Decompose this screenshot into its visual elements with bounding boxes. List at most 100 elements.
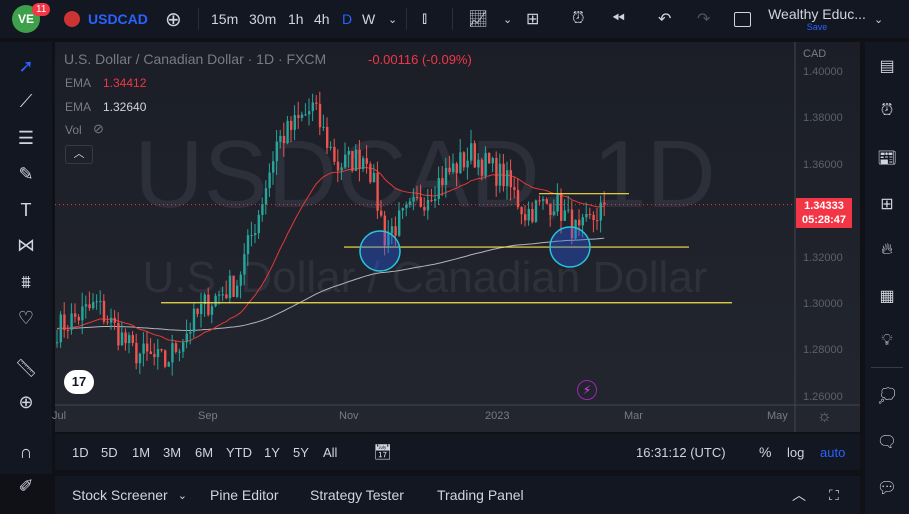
watchlist-icon[interactable]: ▤ bbox=[873, 52, 901, 80]
messages-icon[interactable]: 💬︎ bbox=[873, 474, 901, 502]
range-5y[interactable]: 5Y bbox=[293, 434, 309, 470]
candles-icon[interactable]: ⫾ bbox=[422, 0, 427, 38]
date-range-icon[interactable]: 📅︎ bbox=[373, 434, 392, 470]
price-tick: 1.30000 bbox=[803, 298, 843, 310]
price-chart[interactable]: USDCAD, 1D U.S. Dollar / Canadian Dollar bbox=[55, 42, 860, 432]
candle bbox=[372, 172, 376, 183]
ideas-lightbulb-icon[interactable]: 💡︎ bbox=[873, 327, 901, 355]
highlight-circle[interactable] bbox=[549, 226, 591, 268]
maximize-icon[interactable]: ⛶ bbox=[829, 476, 839, 514]
templates-icon[interactable]: ⊞ bbox=[526, 0, 539, 38]
range-all[interactable]: All bbox=[323, 434, 337, 470]
chats-icon[interactable]: 🗨︎ bbox=[873, 428, 901, 456]
percent-toggle[interactable]: % bbox=[759, 434, 771, 470]
interval-30m[interactable]: 30m bbox=[249, 0, 276, 38]
redo-icon[interactable]: ↷ bbox=[697, 0, 710, 38]
clock-readout[interactable]: 16:31:12 (UTC) bbox=[636, 434, 726, 470]
candle bbox=[527, 209, 530, 221]
candle bbox=[110, 317, 113, 323]
interval-15m[interactable]: 15m bbox=[211, 0, 238, 38]
candle bbox=[138, 353, 142, 364]
vol-label[interactable]: Vol bbox=[65, 123, 82, 137]
candle bbox=[196, 308, 199, 315]
eye-hidden-icon[interactable]: ⊘ bbox=[93, 121, 104, 137]
alert-icon[interactable]: ⏰︎ bbox=[572, 0, 584, 38]
range-6m[interactable]: 6M bbox=[195, 434, 213, 470]
candle bbox=[146, 343, 149, 352]
range-3m[interactable]: 3M bbox=[163, 434, 181, 470]
auto-toggle[interactable]: auto bbox=[820, 434, 845, 470]
candle bbox=[153, 353, 156, 358]
range-1y[interactable]: 1Y bbox=[264, 434, 280, 470]
alarm-icon[interactable]: ⏰︎ bbox=[873, 97, 901, 125]
zoom-icon[interactable]: ⊕ bbox=[12, 388, 40, 416]
layout-icon[interactable] bbox=[734, 0, 751, 38]
text-icon[interactable]: T bbox=[12, 196, 40, 224]
candle bbox=[167, 362, 170, 367]
candle bbox=[311, 102, 314, 112]
chat-icon[interactable]: 💭︎ bbox=[873, 382, 901, 410]
tradingview-logo[interactable]: 17 bbox=[64, 370, 94, 394]
calendar-icon[interactable]: ▦ bbox=[873, 282, 901, 310]
candle bbox=[506, 170, 509, 187]
candle bbox=[221, 294, 224, 296]
interval-w[interactable]: W bbox=[362, 0, 375, 38]
range-5d[interactable]: 5D bbox=[101, 434, 118, 470]
lock-draw-icon[interactable]: ✐ bbox=[12, 472, 40, 500]
chevron-down-icon[interactable]: ⌄ bbox=[874, 0, 883, 38]
candle bbox=[228, 275, 232, 299]
hotlist-fire-icon[interactable]: 🔥︎ bbox=[873, 236, 901, 264]
chevron-down-icon[interactable]: ⌄ bbox=[503, 0, 512, 38]
symbol-search[interactable]: USDCAD bbox=[64, 0, 148, 38]
logo[interactable]: VE 11 bbox=[12, 0, 51, 38]
ruler-icon[interactable]: 📏︎ bbox=[12, 354, 40, 382]
prediction-icon[interactable]: ⩩ bbox=[12, 268, 40, 296]
layout-save-button[interactable]: Wealthy Educ... Save bbox=[767, 0, 867, 38]
log-toggle[interactable]: log bbox=[787, 434, 804, 470]
brush-icon[interactable]: ✎ bbox=[12, 160, 40, 188]
replay-icon[interactable]: ⏪︎ bbox=[612, 0, 625, 38]
cursor-icon[interactable]: ➚ bbox=[12, 52, 40, 80]
tab-stock-screener[interactable]: Stock Screener ⌄ bbox=[72, 476, 187, 514]
candle bbox=[225, 294, 228, 299]
candle bbox=[131, 335, 134, 343]
tab-pine-editor[interactable]: Pine Editor bbox=[210, 476, 278, 514]
ema1-label[interactable]: EMA bbox=[65, 76, 91, 90]
indicators-icon[interactable]: 📈︎ bbox=[468, 0, 488, 38]
trend-line-icon[interactable]: ⟋ bbox=[12, 87, 40, 115]
currency-selector[interactable]: CAD bbox=[803, 48, 826, 60]
range-ytd[interactable]: YTD bbox=[226, 434, 252, 470]
tab-strategy-tester[interactable]: Strategy Tester bbox=[310, 476, 404, 514]
pattern-icon[interactable]: ⋈ bbox=[12, 231, 40, 259]
range-1d[interactable]: 1D bbox=[72, 434, 89, 470]
ema2-label[interactable]: EMA bbox=[65, 100, 91, 114]
candle bbox=[92, 302, 95, 309]
heart-icon[interactable]: ♡ bbox=[12, 304, 40, 332]
undo-icon[interactable]: ↶ bbox=[658, 0, 671, 38]
chevron-up-icon[interactable]: ︿ bbox=[792, 476, 806, 514]
range-1m[interactable]: 1M bbox=[132, 434, 150, 470]
chevron-down-icon: ⌄ bbox=[177, 489, 187, 502]
collapse-legend-button[interactable]: ︿ bbox=[65, 145, 93, 164]
candle bbox=[380, 210, 383, 216]
tab-trading-panel[interactable]: Trading Panel bbox=[437, 476, 524, 514]
candle bbox=[290, 120, 293, 130]
chart-pane[interactable]: USDCAD, 1D U.S. Dollar / Canadian Dollar… bbox=[52, 42, 860, 432]
settings-gear-icon[interactable]: ☼ bbox=[817, 408, 832, 426]
candle bbox=[394, 226, 397, 236]
interval-1h[interactable]: 1h bbox=[288, 0, 304, 38]
candle bbox=[405, 204, 408, 209]
fib-icon[interactable]: ☰ bbox=[12, 124, 40, 152]
add-symbol-icon[interactable]: ⊕ bbox=[165, 0, 182, 38]
lightning-icon[interactable]: ⚡︎ bbox=[577, 380, 597, 400]
candle bbox=[491, 157, 494, 164]
highlight-circle[interactable] bbox=[359, 230, 401, 272]
chevron-down-icon[interactable]: ⌄ bbox=[388, 0, 397, 38]
candle bbox=[128, 335, 131, 344]
interval-d[interactable]: D bbox=[342, 0, 352, 38]
magnet-icon[interactable]: ∩ bbox=[12, 438, 40, 466]
interval-4h[interactable]: 4h bbox=[314, 0, 330, 38]
candle bbox=[95, 301, 98, 303]
add-list-icon[interactable]: ⊞ bbox=[873, 190, 901, 218]
news-icon[interactable]: 📰︎ bbox=[873, 144, 901, 172]
